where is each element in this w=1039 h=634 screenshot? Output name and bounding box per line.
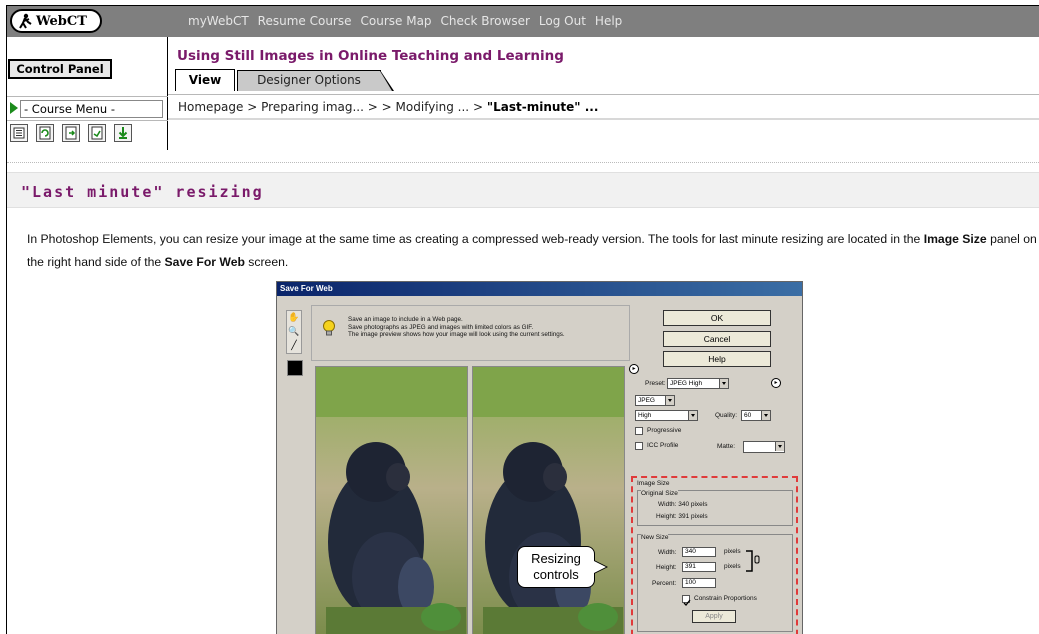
top-nav-links: myWebCT Resume Course Course Map Check B…: [188, 14, 622, 28]
breadcrumb-preparing-images[interactable]: Preparing imag...: [261, 100, 364, 114]
resizing-controls-callout: Resizing controls: [517, 546, 595, 588]
nav-check-browser[interactable]: Check Browser: [441, 14, 530, 28]
body-bold-image-size: Image Size: [923, 232, 987, 246]
preset-label: Preset:: [645, 380, 666, 387]
body-text-part: In Photoshop Elements, you can resize yo…: [27, 232, 924, 246]
original-size-group: Original Size Width: 340 pixels Height: …: [637, 490, 793, 526]
screenshot-title: Save For Web: [277, 282, 802, 296]
webct-frame: WebCT myWebCT Resume Course Course Map C…: [6, 5, 1039, 634]
save-for-web-screenshot: Save For Web ✋ 🔍 ╱ Save an image to incl…: [276, 281, 803, 634]
preset-select: JPEG High: [667, 378, 729, 389]
optimized-preview-image: [472, 366, 625, 634]
width-field: 340: [682, 547, 716, 557]
nav-course-map[interactable]: Course Map: [361, 14, 432, 28]
progressive-checkbox: [635, 427, 643, 435]
course-menu-select[interactable]: - Course Menu -: [20, 100, 163, 118]
color-swatch: [287, 360, 303, 376]
zoom-tool-icon: 🔍: [288, 327, 300, 337]
breadcrumb-separator: >: [367, 100, 378, 114]
list-view-icon[interactable]: [10, 124, 28, 142]
top-nav-bar: WebCT myWebCT Resume Course Course Map C…: [7, 6, 1039, 37]
eyedropper-tool-icon: ╱: [291, 341, 297, 351]
format-select: JPEG: [635, 395, 675, 406]
matte-select: [743, 441, 785, 453]
course-title: Using Still Images in Online Teaching an…: [177, 48, 564, 64]
screenshot-info-text: Save an image to include in a Web page. S…: [348, 316, 565, 338]
breadcrumb-separator: >: [472, 100, 484, 114]
body-bold-save-for-web: Save For Web: [164, 255, 245, 269]
icc-profile-checkbox: [635, 442, 643, 450]
constrain-checkbox: [682, 595, 691, 606]
toolbar-spacer: [168, 119, 1039, 150]
body-text-part: screen.: [244, 255, 289, 269]
original-size-title: Original Size: [641, 490, 678, 497]
quality-label: Quality:: [715, 412, 738, 419]
page-title: "Last minute" resizing: [21, 183, 264, 201]
body-paragraph: In Photoshop Elements, you can resize yo…: [27, 228, 1039, 274]
nav-help[interactable]: Help: [595, 14, 622, 28]
nav-log-out[interactable]: Log Out: [539, 14, 586, 28]
new-size-group: New Size Width: 340 pixels Height: 391 p…: [637, 534, 793, 632]
width-label: Width:: [658, 549, 677, 556]
screenshot-info-box: Save an image to include in a Web page. S…: [311, 305, 630, 361]
nav-mywebct[interactable]: myWebCT: [188, 14, 249, 28]
breadcrumb-separator: >: [381, 100, 392, 114]
tab-bar: View Designer Options: [175, 69, 394, 91]
screenshot-ok-button: OK: [663, 310, 771, 326]
new-size-title: New Size: [641, 534, 669, 541]
walking-person-icon: [19, 13, 32, 29]
control-panel-button[interactable]: Control Panel: [8, 59, 112, 79]
breadcrumb-homepage[interactable]: Homepage: [178, 100, 243, 114]
constrain-label: Constrain Proportions: [694, 595, 757, 602]
tab-designer-options[interactable]: Designer Options: [237, 70, 394, 91]
breadcrumb-current: "Last-minute" ...: [486, 100, 599, 114]
settings-menu-icon: ▸: [771, 378, 781, 388]
refresh-page-icon[interactable]: [36, 124, 54, 142]
height-unit: pixels: [724, 563, 741, 570]
screenshot-help-button: Help: [663, 351, 771, 367]
divider: [7, 162, 1039, 163]
matte-label: Matte:: [717, 443, 736, 450]
nav-resume-course[interactable]: Resume Course: [258, 14, 352, 28]
apply-button: Apply: [692, 610, 736, 623]
breadcrumb-separator: >: [247, 100, 258, 114]
course-menu-row: - Course Menu -: [7, 96, 168, 120]
webct-logo[interactable]: WebCT: [10, 9, 102, 33]
original-height-text: Height: 391 pixels: [656, 513, 708, 520]
original-width-text: Width: 340 pixels: [658, 501, 708, 508]
percent-label: Percent:: [652, 580, 677, 587]
breadcrumb: Homepage > Preparing imag... > > Modifyi…: [168, 94, 1039, 119]
original-preview-image: [315, 366, 468, 634]
screenshot-settings-panel: Preset: JPEG High ▸ JPEG High Quality: 6…: [631, 375, 799, 475]
page-heading-bar: "Last minute" resizing: [7, 172, 1039, 208]
image-size-panel: Image Size Original Size Width: 340 pixe…: [631, 476, 798, 634]
icc-profile-label: ICC Profile: [647, 442, 679, 449]
left-panel: Control Panel - Course Menu -: [7, 37, 168, 150]
height-label: Height:: [656, 564, 677, 571]
screenshot-menu-arrow-icon: ▸: [629, 364, 639, 374]
edit-page-icon[interactable]: [88, 124, 106, 142]
logo-text: WebCT: [36, 13, 87, 29]
percent-field: 100: [682, 578, 716, 588]
hand-tool-icon: ✋: [288, 313, 300, 323]
progressive-label: Progressive: [647, 427, 682, 434]
quality-level-select: High: [635, 410, 698, 421]
download-icon[interactable]: [114, 124, 132, 142]
width-unit: pixels: [724, 548, 741, 555]
link-chain-icon: [746, 550, 760, 572]
breadcrumb-modifying[interactable]: Modifying ...: [396, 100, 470, 114]
screenshot-cancel-button: Cancel: [663, 331, 771, 347]
screenshot-toolbox: ✋ 🔍 ╱: [286, 310, 302, 354]
image-size-title: Image Size: [637, 480, 670, 487]
height-field: 391: [682, 562, 716, 572]
toolbar-icons: [7, 120, 168, 150]
add-page-icon[interactable]: [62, 124, 80, 142]
lightbulb-icon: [323, 320, 335, 336]
tab-view[interactable]: View: [175, 69, 235, 91]
quality-field: 60: [741, 410, 771, 421]
callout-arrow-icon: [594, 560, 608, 574]
go-arrow-icon[interactable]: [10, 102, 18, 114]
